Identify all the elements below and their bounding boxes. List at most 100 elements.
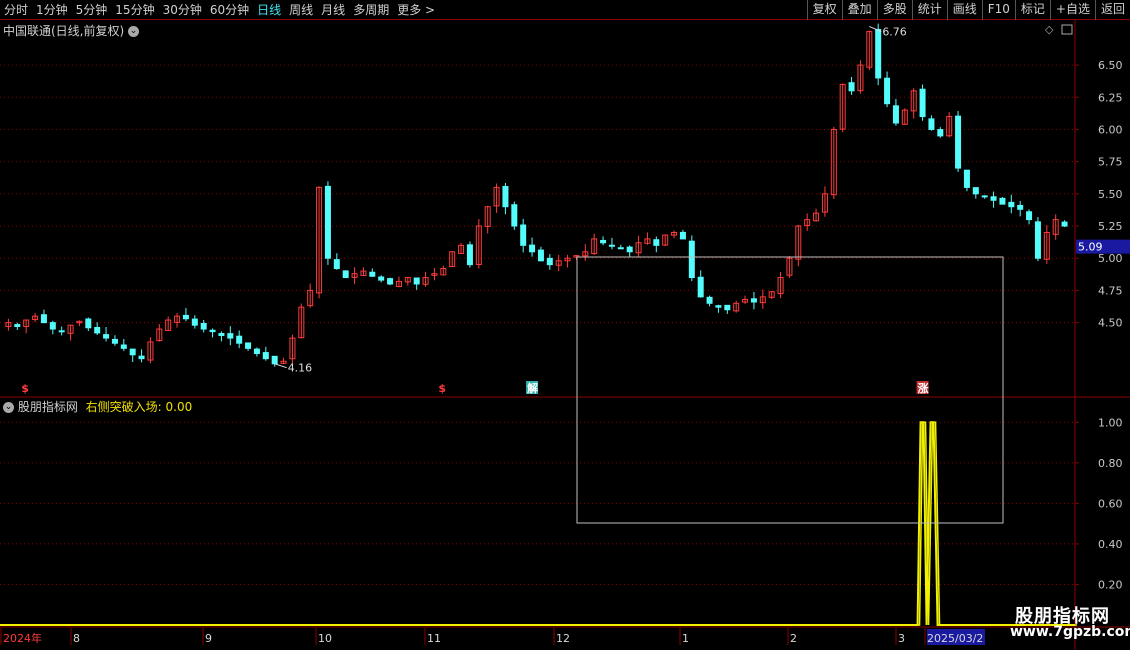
candle-body bbox=[138, 355, 145, 360]
candle-body bbox=[324, 185, 331, 259]
candle-body bbox=[94, 327, 101, 334]
candle-body bbox=[1017, 204, 1024, 210]
indicator-formula-label: 右侧突破入场: 0.00 bbox=[85, 400, 193, 414]
event-marker[interactable]: 解 bbox=[527, 381, 538, 395]
candle-body bbox=[600, 239, 607, 244]
price-tick-label: 6.00 bbox=[1098, 123, 1123, 136]
signal-line-shadow bbox=[2, 421, 1077, 626]
candle-body bbox=[120, 344, 127, 349]
candle-body bbox=[342, 270, 349, 279]
candle-body bbox=[981, 195, 988, 198]
candle-body bbox=[617, 247, 624, 250]
candle-body bbox=[937, 129, 944, 137]
candle-body bbox=[413, 277, 420, 285]
price-tick-label: 6.25 bbox=[1098, 91, 1123, 104]
candle-body bbox=[724, 304, 731, 311]
candle-body bbox=[387, 278, 394, 285]
candle-body bbox=[209, 329, 216, 333]
candle-body bbox=[697, 276, 704, 298]
price-annotations: 6.76 4.16 bbox=[274, 26, 907, 375]
candle-body bbox=[999, 197, 1006, 205]
chevron-down-icon[interactable]: ⌄ bbox=[128, 26, 140, 37]
time-axis-label: 10 bbox=[318, 632, 332, 645]
chart-title: 中国联通(日线,前复权) ⌄ bbox=[3, 22, 140, 39]
high-price-label: 6.76 bbox=[882, 26, 907, 39]
stock-title[interactable]: 中国联通(日线,前复权) bbox=[3, 24, 124, 38]
candle-body bbox=[129, 348, 136, 356]
candle-body bbox=[511, 204, 518, 227]
candle-body bbox=[271, 355, 278, 365]
watermark: 股朋指标网 www.7gpzb.com bbox=[1007, 600, 1130, 648]
candle-body bbox=[653, 239, 660, 246]
candlesticks bbox=[5, 23, 1068, 367]
event-marker[interactable]: $ bbox=[438, 382, 446, 395]
candle-body bbox=[990, 196, 997, 201]
candle-body bbox=[58, 330, 65, 333]
time-axis-label: 8 bbox=[73, 632, 80, 645]
price-tick-label: 4.50 bbox=[1098, 317, 1123, 330]
candle-body bbox=[919, 88, 926, 118]
candle-body bbox=[715, 305, 722, 308]
candle-body bbox=[537, 249, 544, 262]
candle-body bbox=[466, 244, 473, 266]
candle-body bbox=[369, 271, 376, 277]
panel-toggle-icon[interactable] bbox=[1061, 24, 1073, 35]
candle-body bbox=[1034, 221, 1041, 259]
candle-body bbox=[884, 77, 891, 105]
chevron-down-icon[interactable]: ⌄ bbox=[3, 402, 14, 413]
selection-box[interactable] bbox=[576, 256, 1004, 524]
candle-body bbox=[502, 185, 509, 208]
kline-chart-canvas[interactable]: $ $ 解 涨 6.76 4.16 ◇ 6.50 6.25 6.00 5.75 5.50 5.25 5… bbox=[0, 0, 1130, 650]
chart-grid bbox=[0, 20, 1130, 650]
candle-body bbox=[848, 82, 855, 92]
candle-body bbox=[200, 322, 207, 330]
price-tick-label: 5.50 bbox=[1098, 188, 1123, 201]
watermark-url: www.7gpzb.com bbox=[1010, 624, 1130, 640]
candle-body bbox=[928, 118, 935, 130]
event-marker[interactable]: 涨 bbox=[918, 381, 929, 395]
indicator-name[interactable]: 股朋指标网 bbox=[18, 400, 78, 414]
indicator-series bbox=[0, 421, 1077, 626]
indicator-tick-label: 0.80 bbox=[1098, 457, 1123, 470]
event-markers: $ $ 解 涨 bbox=[21, 381, 929, 395]
candle-body bbox=[14, 324, 21, 327]
candle-body bbox=[608, 244, 615, 247]
indicator-tick-label: 0.40 bbox=[1098, 538, 1123, 551]
candle-body bbox=[378, 276, 385, 281]
indicator-title: ⌄ 股朋指标网 右侧突破入场: 0.00 bbox=[3, 398, 192, 415]
candle-body bbox=[688, 240, 695, 279]
candle-body bbox=[875, 28, 882, 79]
candle-body bbox=[972, 187, 979, 195]
candle-body bbox=[111, 338, 118, 344]
time-axis-label: 2025/03/2 bbox=[927, 632, 983, 645]
time-axis-label: 1 bbox=[682, 632, 689, 645]
price-tick-label: 5.00 bbox=[1098, 252, 1123, 265]
candle-body bbox=[85, 318, 92, 329]
candle-body bbox=[626, 246, 633, 253]
indicator-tick-label: 1.00 bbox=[1098, 416, 1123, 429]
candle-body bbox=[40, 314, 47, 324]
candle-body bbox=[750, 298, 757, 303]
diamond-icon[interactable]: ◇ bbox=[1045, 23, 1054, 36]
time-axis-label: 9 bbox=[205, 632, 212, 645]
candle-body bbox=[955, 115, 962, 169]
indicator-tick-label: 0.60 bbox=[1098, 497, 1123, 510]
candle-body bbox=[218, 333, 225, 336]
event-marker[interactable]: $ bbox=[21, 382, 29, 395]
candle-body bbox=[227, 333, 234, 339]
candle-body bbox=[892, 105, 899, 124]
time-axis-label: 2 bbox=[790, 632, 797, 645]
low-price-label: 4.16 bbox=[288, 362, 313, 375]
time-axis-label: 3 bbox=[898, 632, 905, 645]
candle-body bbox=[706, 296, 713, 304]
signal-line bbox=[0, 421, 1075, 626]
indicator-tick-label: 0.20 bbox=[1098, 578, 1123, 591]
price-tick-label: 6.50 bbox=[1098, 59, 1123, 72]
price-tick-label: 5.25 bbox=[1098, 220, 1123, 233]
candle-body bbox=[236, 335, 243, 344]
candle-body bbox=[333, 259, 340, 270]
price-tick-label: 4.75 bbox=[1098, 284, 1123, 297]
candle-body bbox=[262, 352, 269, 360]
candle-body bbox=[679, 231, 686, 240]
candle-body bbox=[245, 342, 252, 349]
